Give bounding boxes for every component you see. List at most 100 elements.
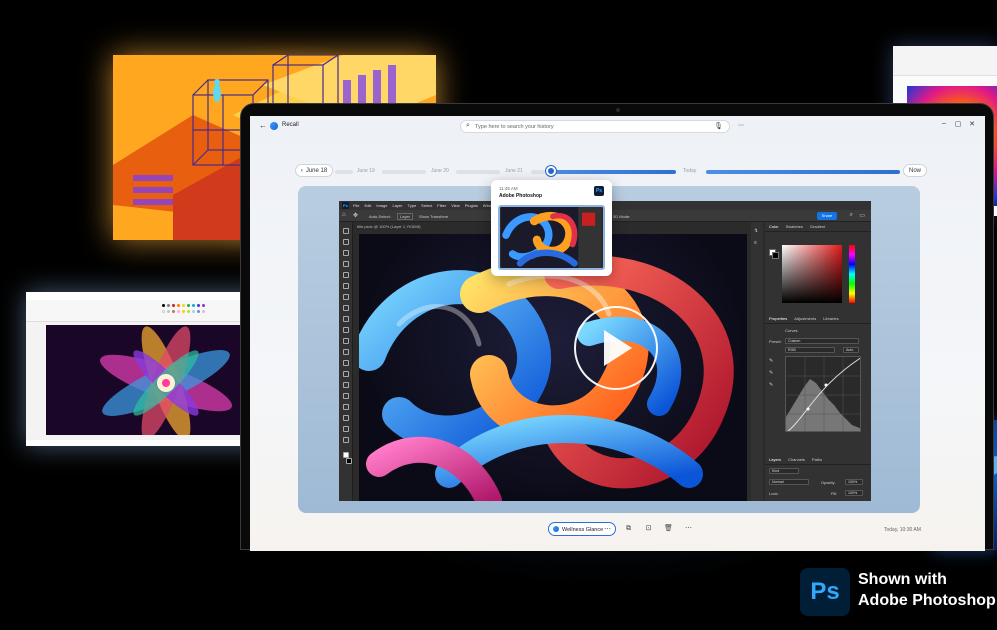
type-tool-icon[interactable]: [343, 393, 349, 399]
now-label: Now: [908, 167, 921, 174]
palette-dot: [182, 304, 185, 307]
tab-properties[interactable]: Properties: [769, 316, 787, 321]
blur-tool-icon[interactable]: [343, 360, 349, 366]
tab-swatches[interactable]: Swatches: [786, 224, 803, 229]
eyedropper-gray-icon[interactable]: ✎: [769, 370, 773, 376]
tab-gradient[interactable]: Gradient: [810, 224, 825, 229]
preset-select[interactable]: Custom: [785, 338, 859, 344]
stamp-tool-icon[interactable]: [343, 316, 349, 322]
curves-histogram: [786, 357, 860, 431]
background-swatch[interactable]: [772, 252, 779, 259]
blend-mode-select[interactable]: Normal: [769, 479, 809, 485]
timeline-segment[interactable]: [531, 170, 545, 174]
tab-channels[interactable]: Channels: [788, 457, 805, 462]
curves-graph[interactable]: [785, 356, 861, 432]
edge-browser-icon: [553, 526, 559, 532]
workspace-icon[interactable]: ▭: [859, 212, 865, 219]
document-tab[interactable]: title.psdc @ 100% (Layer 1, RGB/8): [357, 224, 421, 229]
timeline-label-today[interactable]: Today: [683, 168, 696, 174]
menu-layer[interactable]: Layer: [392, 203, 402, 208]
share-button[interactable]: Share: [817, 212, 837, 220]
brush-tool-icon[interactable]: [343, 305, 349, 311]
tab-adjustments[interactable]: Adjustments: [794, 316, 816, 321]
timeline-back-button[interactable]: ‹ June 18: [295, 164, 333, 177]
layer-select[interactable]: Layer: [397, 213, 414, 220]
timeline-label-june-19[interactable]: June 19: [357, 168, 375, 174]
history-brush-tool-icon[interactable]: [343, 327, 349, 333]
eyedropper-tool-icon[interactable]: [343, 283, 349, 289]
marquee-tool-icon[interactable]: [343, 239, 349, 245]
eyedropper-black-icon[interactable]: ✎: [769, 358, 773, 364]
path-selection-tool-icon[interactable]: [343, 404, 349, 410]
timeline-now-button[interactable]: Now: [903, 164, 927, 177]
snapshot-thumbnail[interactable]: [498, 205, 605, 270]
menu-filter[interactable]: Filter: [437, 203, 446, 208]
crop-tool-icon[interactable]: [343, 272, 349, 278]
hand-tool-icon[interactable]: [343, 426, 349, 432]
healing-brush-tool-icon[interactable]: [343, 294, 349, 300]
tab-paths[interactable]: Paths: [812, 457, 822, 462]
eyedropper-white-icon[interactable]: ✎: [769, 382, 773, 388]
magic-wand-tool-icon[interactable]: [343, 261, 349, 267]
delete-icon[interactable]: 🗑︎: [662, 522, 675, 536]
properties-icon[interactable]: ≡: [754, 240, 757, 246]
snapshot-hover-card[interactable]: 11:45 AM Adobe Photoshop Ps: [491, 180, 612, 276]
timeline-segment[interactable]: [456, 170, 500, 174]
close-icon[interactable]: ✕: [966, 120, 978, 128]
wellness-glance-chip[interactable]: Wellness Glance ⋯: [548, 522, 616, 536]
search-icon[interactable]: ⌕: [850, 212, 853, 219]
timeline-segment-active[interactable]: [550, 170, 676, 174]
menu-type[interactable]: Type: [408, 203, 417, 208]
lasso-tool-icon[interactable]: [343, 250, 349, 256]
menu-edit[interactable]: Edit: [364, 203, 371, 208]
zoom-tool-icon[interactable]: [343, 437, 349, 443]
maximize-icon[interactable]: ▢: [952, 120, 964, 128]
shape-tool-icon[interactable]: [343, 415, 349, 421]
pen-tool-icon[interactable]: [343, 382, 349, 388]
more-options-icon[interactable]: ⋯: [738, 122, 744, 129]
background-color-icon[interactable]: [346, 458, 352, 464]
chevron-left-icon: ‹: [300, 167, 303, 174]
auto-select-label[interactable]: Auto-Select:: [369, 214, 391, 219]
app-title: Recall: [282, 122, 299, 128]
opacity-input[interactable]: 100%: [845, 479, 863, 485]
fill-input[interactable]: 100%: [845, 490, 863, 496]
tab-color[interactable]: Color: [769, 224, 779, 229]
dodge-tool-icon[interactable]: [343, 371, 349, 377]
eraser-tool-icon[interactable]: [343, 338, 349, 344]
home-icon[interactable]: ⌂: [342, 212, 346, 218]
timeline-segment[interactable]: [335, 170, 353, 174]
timeline-segment[interactable]: [382, 170, 426, 174]
gradient-tool-icon[interactable]: [343, 349, 349, 355]
copy-screen-icon[interactable]: ⧉: [622, 522, 635, 536]
tab-libraries[interactable]: Libraries: [823, 316, 838, 321]
back-arrow-icon[interactable]: ←: [258, 121, 268, 131]
show-transform-label[interactable]: Show Transform: [419, 214, 448, 219]
tab-layers[interactable]: Layers: [769, 457, 781, 462]
history-icon[interactable]: ↯: [754, 228, 758, 234]
color-picker-field[interactable]: [782, 245, 842, 303]
kind-filter-select[interactable]: Kind: [769, 468, 799, 474]
move-tool-icon[interactable]: [343, 228, 349, 234]
menu-select[interactable]: Select: [421, 203, 432, 208]
timeline-label-june-20[interactable]: June 20: [431, 168, 449, 174]
auto-button[interactable]: Auto: [843, 347, 859, 353]
search-placeholder[interactable]: Type here to search your history: [475, 124, 554, 130]
menu-view[interactable]: View: [451, 203, 460, 208]
timeline-scrubber-handle[interactable]: [546, 166, 556, 176]
open-in-app-icon[interactable]: ⊡: [642, 522, 655, 536]
play-icon[interactable]: [604, 330, 632, 366]
channel-select[interactable]: RGB: [785, 347, 835, 353]
timeline-segment-today[interactable]: [706, 170, 900, 174]
menu-file[interactable]: File: [353, 203, 359, 208]
search-bar[interactable]: ⌕ Type here to search your history 🎙︎: [460, 120, 730, 133]
more-icon[interactable]: ⋯: [604, 525, 611, 533]
hue-slider[interactable]: [849, 245, 855, 303]
menu-image[interactable]: Image: [376, 203, 387, 208]
move-tool-icon[interactable]: ✥: [353, 212, 358, 219]
menu-plugins[interactable]: Plugins: [465, 203, 478, 208]
more-options-icon[interactable]: ⋯: [682, 522, 695, 536]
microphone-icon[interactable]: 🎙︎: [714, 122, 723, 130]
timeline-label-june-21[interactable]: June 21: [505, 168, 523, 174]
minimize-icon[interactable]: –: [938, 120, 950, 127]
